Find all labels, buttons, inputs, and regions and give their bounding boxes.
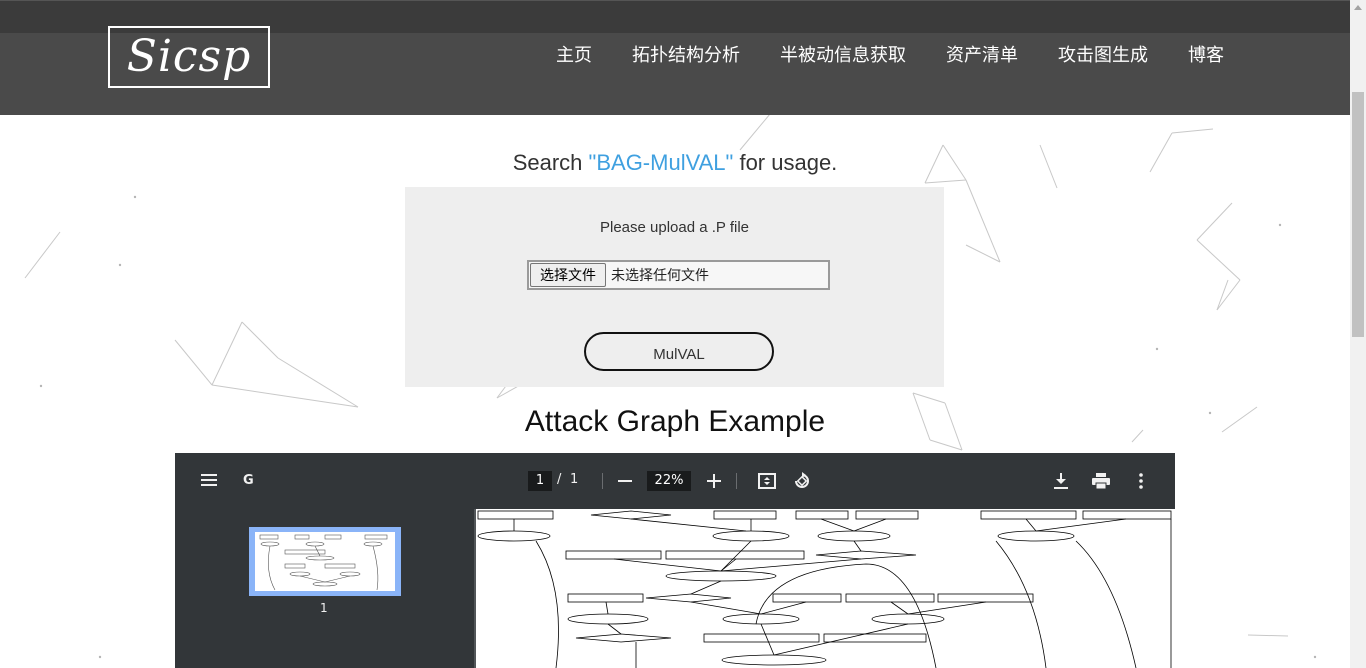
zoom-in-icon[interactable] (707, 474, 721, 488)
toolbar-divider (602, 473, 603, 489)
choose-file-button[interactable]: 选择文件 (530, 263, 606, 287)
file-status: 未选择任何文件 (611, 268, 709, 284)
more-vert-icon[interactable] (1139, 473, 1143, 489)
nav-item-home[interactable]: 主页 (556, 41, 592, 67)
upload-label: Please upload a .P file (600, 219, 749, 236)
scroll-thumb[interactable] (1352, 92, 1364, 337)
nav-item-info-gathering[interactable]: 半被动信息获取 (780, 41, 906, 67)
zoom-out-icon[interactable] (618, 480, 632, 482)
example-heading: Attack Graph Example (524, 405, 826, 438)
search-hint: Search "BAG-MulVAL" for usage. (0, 150, 1350, 176)
download-icon[interactable] (1054, 473, 1068, 489)
page-scrollbar[interactable] (1350, 0, 1366, 668)
page-thumbnail[interactable] (249, 527, 401, 596)
fit-page-icon[interactable] (758, 472, 776, 490)
search-hint-prefix: Search (512, 150, 589, 175)
nav-item-assets[interactable]: 资产清单 (946, 41, 1018, 67)
toolbar-divider (736, 473, 737, 489)
pdf-page-content[interactable] (476, 509, 1175, 668)
pdf-viewer: G 1 / 1 22% 1 (175, 453, 1175, 668)
mulval-submit-button[interactable]: MulVAL (584, 332, 774, 371)
print-icon[interactable] (1092, 473, 1110, 489)
page-separator: / (557, 472, 562, 487)
page-total: 1 (570, 472, 579, 487)
nav-item-topology[interactable]: 拓扑结构分析 (632, 41, 740, 67)
thumbnail-preview (255, 532, 395, 591)
main-nav: 主页 拓扑结构分析 半被动信息获取 资产清单 攻击图生成 博客 (0, 41, 1350, 67)
upload-panel: Please upload a .P file 选择文件 未选择任何文件 Mul… (405, 187, 944, 387)
thumbnail-graph-image (259, 534, 388, 591)
search-keyword: "BAG-MulVAL" (588, 150, 734, 175)
scroll-up-icon[interactable] (1354, 5, 1362, 10)
rotate-icon[interactable] (793, 472, 811, 490)
file-input[interactable]: 选择文件 未选择任何文件 (527, 260, 830, 290)
nav-item-attack-graph[interactable]: 攻击图生成 (1058, 41, 1148, 67)
pdf-toolbar: G 1 / 1 22% (175, 453, 1175, 509)
menu-icon[interactable] (201, 473, 217, 487)
pdf-thumbnail-sidebar: 1 (175, 509, 474, 668)
page-number-input[interactable]: 1 (528, 471, 552, 491)
search-hint-suffix: for usage. (733, 150, 838, 175)
thumbnail-page-number: 1 (320, 601, 328, 615)
attack-graph-image (477, 510, 1172, 668)
zoom-level-input[interactable]: 22% (647, 471, 691, 491)
pdf-doc-title: G (243, 473, 254, 488)
nav-item-blog[interactable]: 博客 (1188, 41, 1224, 67)
